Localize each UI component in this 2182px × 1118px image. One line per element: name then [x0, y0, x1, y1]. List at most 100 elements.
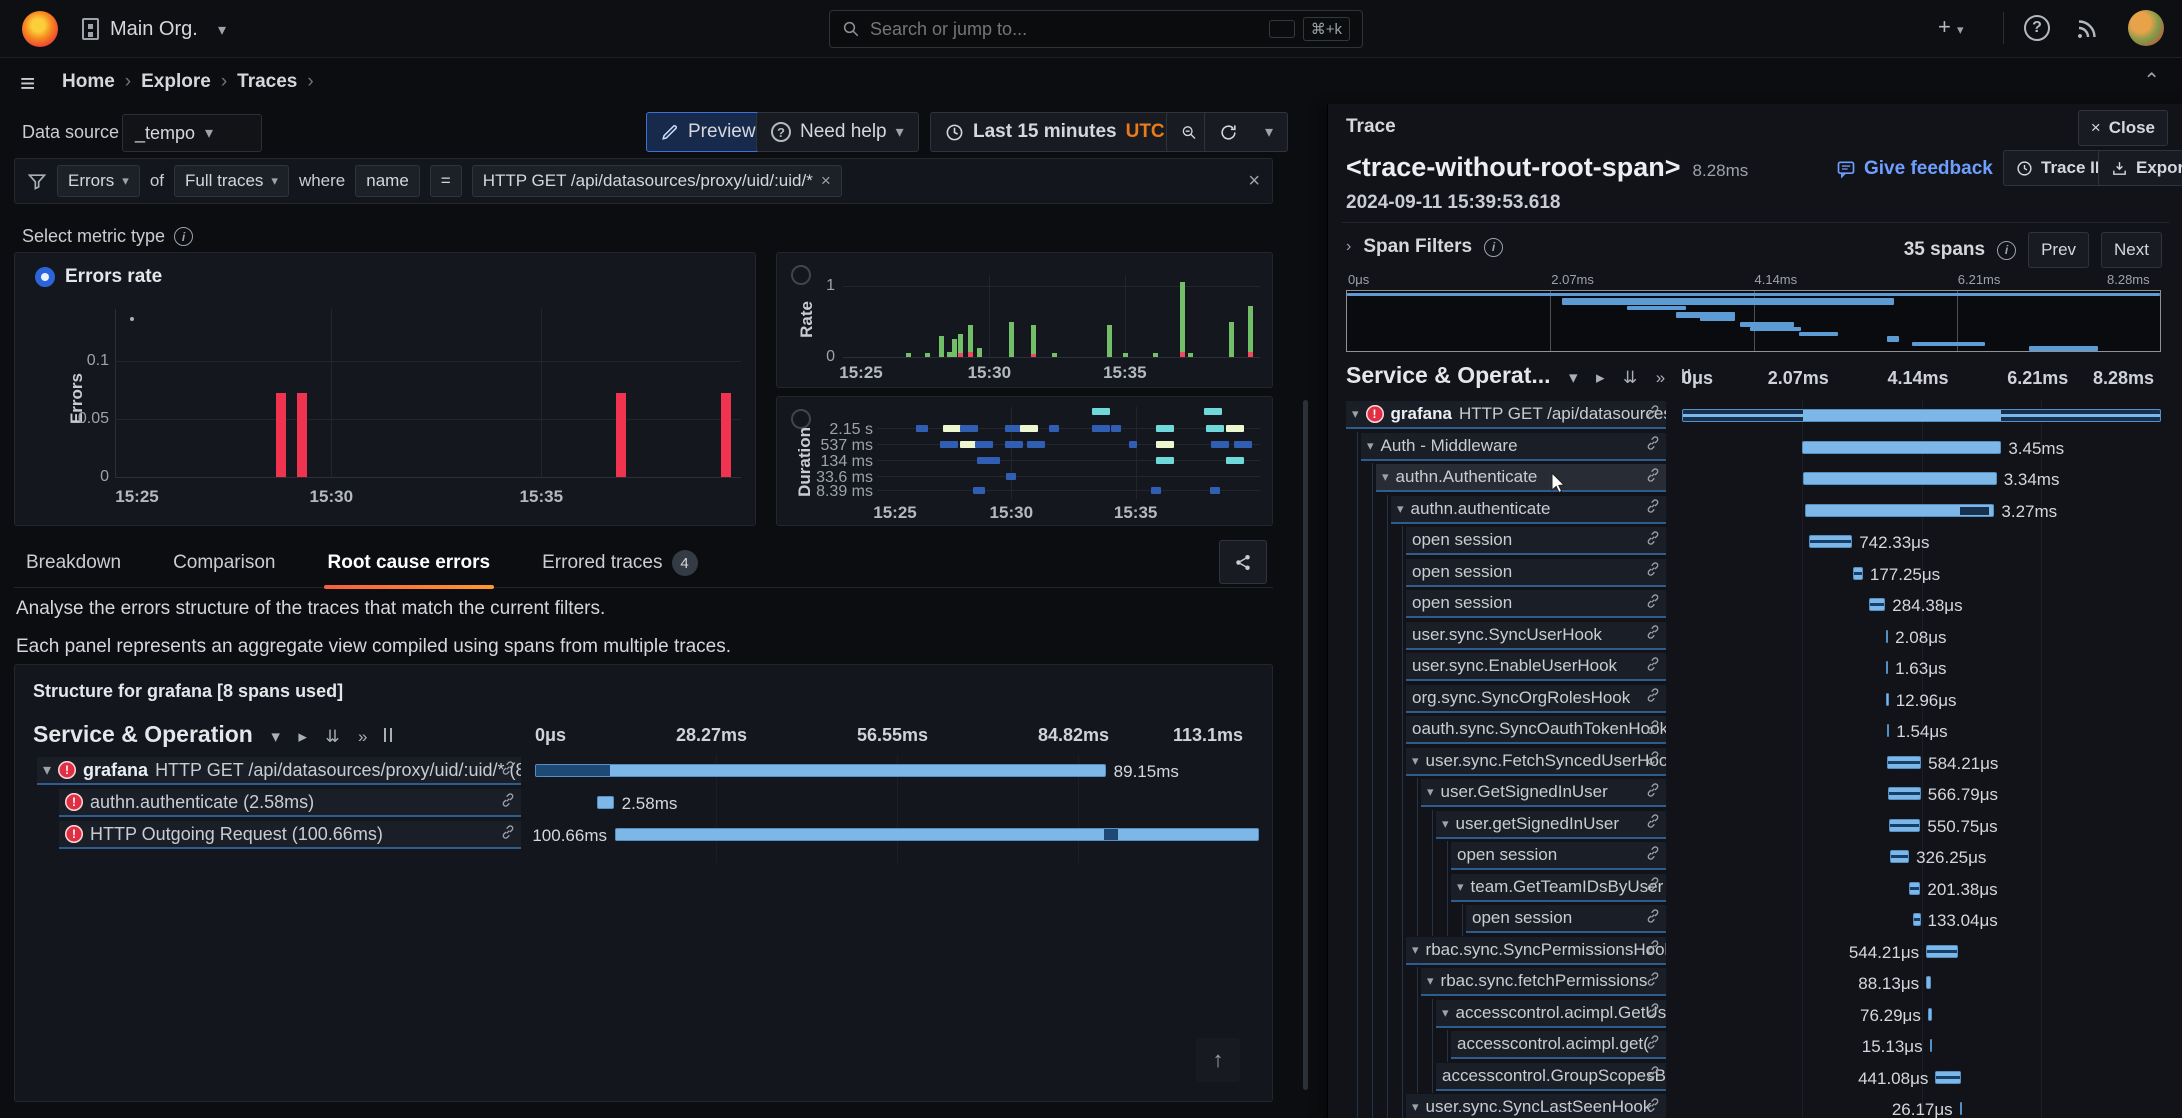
info-icon[interactable]: i: [1484, 238, 1503, 257]
span-bar[interactable]: [1887, 756, 1921, 769]
filter-field[interactable]: name: [355, 165, 420, 197]
span-name-cell[interactable]: open session: [1406, 559, 1666, 587]
filter-operator[interactable]: =: [430, 165, 462, 197]
scroll-to-top-button[interactable]: ↑: [1196, 1038, 1240, 1082]
rate-bar[interactable]: [1188, 353, 1193, 357]
span-row[interactable]: ▾rbac.sync.SyncPermissionsHook544.21μs: [1328, 936, 2182, 968]
heatmap-cell[interactable]: [1129, 441, 1137, 448]
close-trace-button[interactable]: × Close: [2078, 110, 2168, 146]
rate-bar[interactable]: [958, 334, 963, 353]
link-icon[interactable]: [1645, 719, 1661, 740]
span-row[interactable]: org.sync.SyncOrgRolesHook12.96μs: [1328, 684, 2182, 716]
span-bar[interactable]: [535, 764, 1106, 777]
chevron-down-icon[interactable]: ▾: [1427, 973, 1434, 989]
span-name-cell[interactable]: !HTTP Outgoing Request (100.66ms): [59, 821, 521, 849]
heatmap-cell[interactable]: [1005, 441, 1023, 448]
span-bar[interactable]: [1960, 1102, 1963, 1115]
rate-error-bar[interactable]: [1248, 352, 1253, 357]
rate-bar[interactable]: [1009, 322, 1014, 358]
span-row[interactable]: ▾user.sync.FetchSyncedUserHook584.21μs: [1328, 747, 2182, 779]
span-name-cell[interactable]: open session: [1406, 527, 1666, 555]
structure-row[interactable]: !authn.authenticate (2.58ms)2.58ms: [15, 787, 1274, 818]
heatmap-cell[interactable]: [1156, 441, 1174, 448]
span-name-cell[interactable]: accesscontrol.GroupScopesBy: [1436, 1063, 1666, 1091]
chevron-down-icon[interactable]: ▾: [1352, 406, 1359, 422]
rate-bar[interactable]: [977, 348, 982, 357]
link-icon[interactable]: [1645, 624, 1661, 645]
span-row[interactable]: ▾team.GetTeamIDsByUser201.38μs: [1328, 873, 2182, 905]
link-icon[interactable]: [1645, 782, 1661, 803]
heatmap-cell[interactable]: [975, 441, 993, 448]
time-range-picker[interactable]: Last 15 minutes UTC ▾: [930, 112, 1197, 152]
global-search[interactable]: ⌘+k: [829, 10, 1363, 48]
heatmap-cell[interactable]: [1156, 457, 1174, 464]
rate-error-bar[interactable]: [968, 352, 973, 357]
span-name-cell[interactable]: ▾!grafanaHTTP GET /api/datasources/pr: [1346, 401, 1666, 429]
heatmap-cell[interactable]: [1092, 408, 1110, 415]
span-bar[interactable]: [1869, 598, 1885, 611]
link-icon[interactable]: [1645, 908, 1661, 929]
structure-row[interactable]: ▾!grafanaHTTP GET /api/datasources/proxy…: [15, 755, 1274, 786]
span-name-cell[interactable]: accesscontrol.acimpl.get(: [1451, 1031, 1666, 1059]
info-icon[interactable]: i: [1997, 241, 2016, 260]
span-bar[interactable]: [1853, 567, 1863, 580]
link-icon[interactable]: [1645, 467, 1661, 488]
link-icon[interactable]: [1645, 1097, 1661, 1118]
span-bar[interactable]: [1886, 630, 1889, 643]
span-filters-row[interactable]: › Span Filters i: [1346, 236, 1503, 258]
rate-bar[interactable]: [1107, 325, 1112, 357]
span-bar[interactable]: [1802, 441, 2002, 454]
heatmap-cell[interactable]: [1156, 425, 1174, 432]
span-bar[interactable]: [1909, 882, 1921, 895]
error-bar[interactable]: [721, 393, 731, 477]
search-input[interactable]: [870, 19, 1269, 40]
chevron-down-icon[interactable]: ▾: [1442, 1005, 1449, 1021]
span-name-cell[interactable]: oauth.sync.SyncOauthTokenHook: [1406, 716, 1666, 744]
filter-scope-select[interactable]: Full traces▾: [174, 165, 289, 197]
refresh-button[interactable]: ▾: [1204, 112, 1288, 152]
heatmap-cell[interactable]: [1210, 487, 1220, 494]
rate-bar[interactable]: [1248, 306, 1253, 352]
export-button[interactable]: Export: [2098, 150, 2182, 186]
rate-bar[interactable]: [968, 325, 973, 352]
tab-errored-traces[interactable]: Errored traces4: [538, 540, 701, 590]
tab-breakdown[interactable]: Breakdown: [22, 542, 125, 588]
span-row[interactable]: user.sync.EnableUserHook1.63μs: [1328, 652, 2182, 684]
link-icon[interactable]: [1645, 750, 1661, 771]
span-row[interactable]: ▾user.GetSignedInUser566.79μs: [1328, 778, 2182, 810]
span-bar[interactable]: [1888, 787, 1921, 800]
link-icon[interactable]: [1645, 813, 1661, 834]
span-name-cell[interactable]: ▾authn.authenticate: [1391, 496, 1666, 524]
preview-button[interactable]: Preview: [646, 112, 771, 152]
link-icon[interactable]: [1645, 530, 1661, 551]
span-name-cell[interactable]: open session: [1451, 842, 1666, 870]
span-name-cell[interactable]: ▾authn.Authenticate: [1376, 464, 1666, 492]
link-icon[interactable]: [1645, 404, 1661, 425]
rate-bar[interactable]: [1052, 353, 1057, 357]
heatmap-cell[interactable]: [1027, 441, 1045, 448]
heatmap-cell[interactable]: [1226, 457, 1244, 464]
filter-value[interactable]: HTTP GET /api/datasources/proxy/uid/:uid…: [472, 165, 842, 197]
span-row[interactable]: ▾user.sync.SyncLastSeenHook26.17μs: [1328, 1093, 2182, 1118]
span-row[interactable]: ▾rbac.sync.fetchPermissions88.13μs: [1328, 967, 2182, 999]
span-name-cell[interactable]: ▾Auth - Middleware: [1361, 433, 1666, 461]
heatmap-cell[interactable]: [1211, 441, 1229, 448]
link-icon[interactable]: [1645, 656, 1661, 677]
rate-panel[interactable]: Rate 0115:2515:3015:35: [776, 252, 1273, 388]
chevron-down-icon[interactable]: ▾: [1382, 469, 1389, 485]
breadcrumb-item[interactable]: Traces: [237, 71, 297, 92]
span-bar[interactable]: [1682, 409, 2161, 422]
span-name-cell[interactable]: ▾user.getSignedInUser: [1436, 811, 1666, 839]
link-icon[interactable]: [1645, 498, 1661, 519]
error-bar[interactable]: [297, 393, 307, 477]
link-icon[interactable]: [500, 760, 516, 781]
span-row[interactable]: open session742.33μs: [1328, 526, 2182, 558]
need-help-button[interactable]: ? Need help▾: [756, 112, 919, 152]
link-icon[interactable]: [1645, 971, 1661, 992]
span-bar[interactable]: [1928, 1008, 1932, 1021]
give-feedback-link[interactable]: Give feedback: [1836, 158, 1993, 180]
span-name-cell[interactable]: ▾team.GetTeamIDsByUser: [1451, 874, 1666, 902]
chevron-down-icon[interactable]: ▾: [1427, 784, 1434, 800]
breadcrumb-item[interactable]: Home: [62, 71, 115, 92]
link-icon[interactable]: [500, 792, 516, 813]
